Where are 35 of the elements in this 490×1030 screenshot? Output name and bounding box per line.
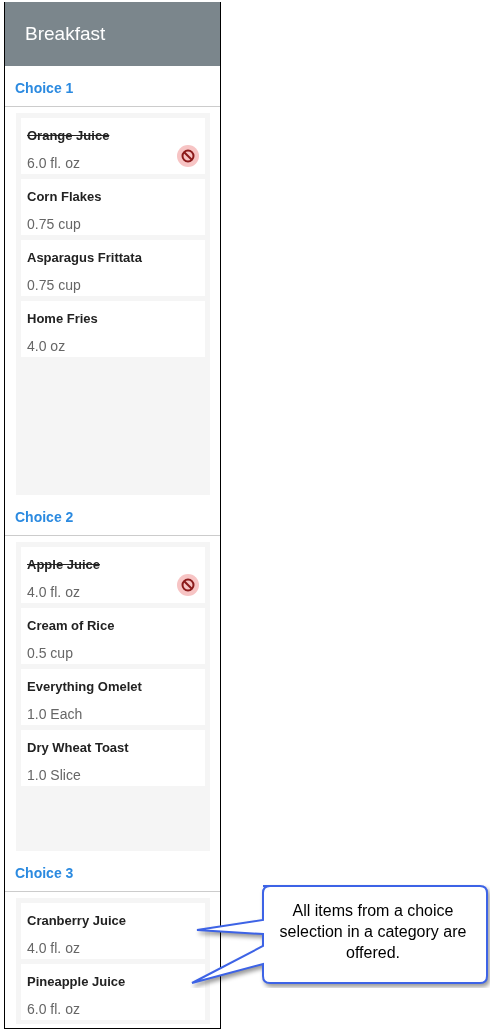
item-card[interactable]: Apple Juice 4.0 fl. oz [21,547,205,603]
item-name: Pineapple Juice [27,973,126,991]
item-name: Apple Juice [27,556,100,574]
item-name: Everything Omelet [27,678,142,696]
item-name: Cream of Rice [27,617,115,635]
item-amount: 1.0 Slice [27,766,81,785]
item-name: Dry Wheat Toast [27,739,129,757]
header-title: Breakfast [25,21,106,46]
item-card[interactable]: Orange Juice 6.0 fl. oz [21,118,205,174]
item-card[interactable]: Dry Wheat Toast 1.0 Slice [21,730,205,786]
item-card[interactable]: Home Fries 4.0 oz [21,301,205,357]
item-amount: 6.0 fl. oz [27,154,80,173]
item-amount: 6.0 fl. oz [27,1000,80,1019]
item-amount: 1.0 Each [27,705,83,724]
item-card[interactable]: Cream of Rice 0.5 cup [21,608,205,664]
item-name: Cranberry Juice [27,912,126,930]
item-amount: 4.0 fl. oz [27,939,80,958]
callout-text: All items from a choice selection in a category are offered. [278,901,468,963]
item-card[interactable]: Pineapple Juice 6.0 fl. oz [21,964,205,1020]
item-name: Home Fries [27,310,98,328]
item-amount: 0.75 cup [27,276,81,295]
item-amount: 0.5 cup [27,644,73,663]
item-card[interactable]: Everything Omelet 1.0 Each [21,669,205,725]
item-name: Asparagus Frittata [27,249,142,267]
item-amount: 0.75 cup [27,215,81,234]
item-name: Corn Flakes [27,188,102,206]
choice-heading: Choice 1 [15,80,74,96]
choice-heading: Choice 2 [15,509,74,525]
item-card[interactable]: Cranberry Juice 4.0 fl. oz [21,903,205,959]
choice-heading: Choice 3 [15,865,74,881]
item-amount: 4.0 fl. oz [27,583,80,602]
item-card[interactable]: Asparagus Frittata 0.75 cup [21,240,205,296]
item-card[interactable]: Corn Flakes 0.75 cup [21,179,205,235]
item-amount: 4.0 oz [27,337,66,356]
item-name: Orange Juice [27,127,110,145]
